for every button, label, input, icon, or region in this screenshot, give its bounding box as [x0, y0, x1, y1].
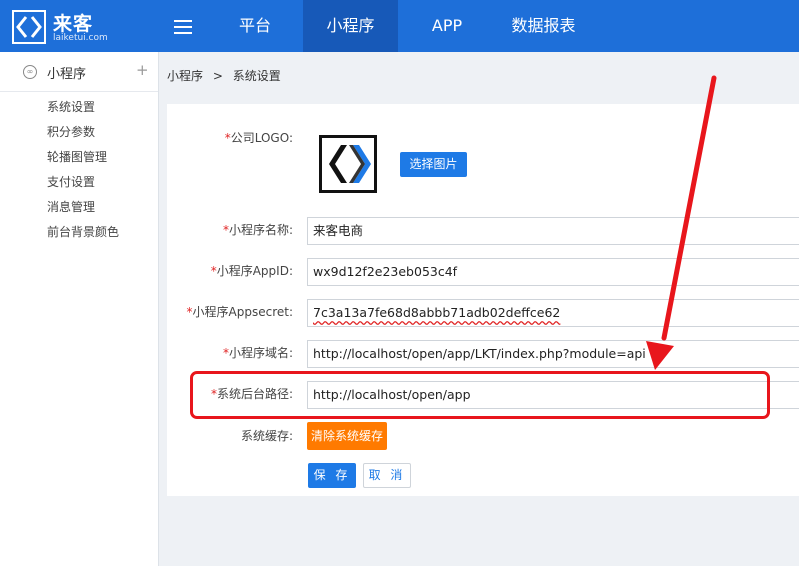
- annotation-arrow: [646, 75, 717, 370]
